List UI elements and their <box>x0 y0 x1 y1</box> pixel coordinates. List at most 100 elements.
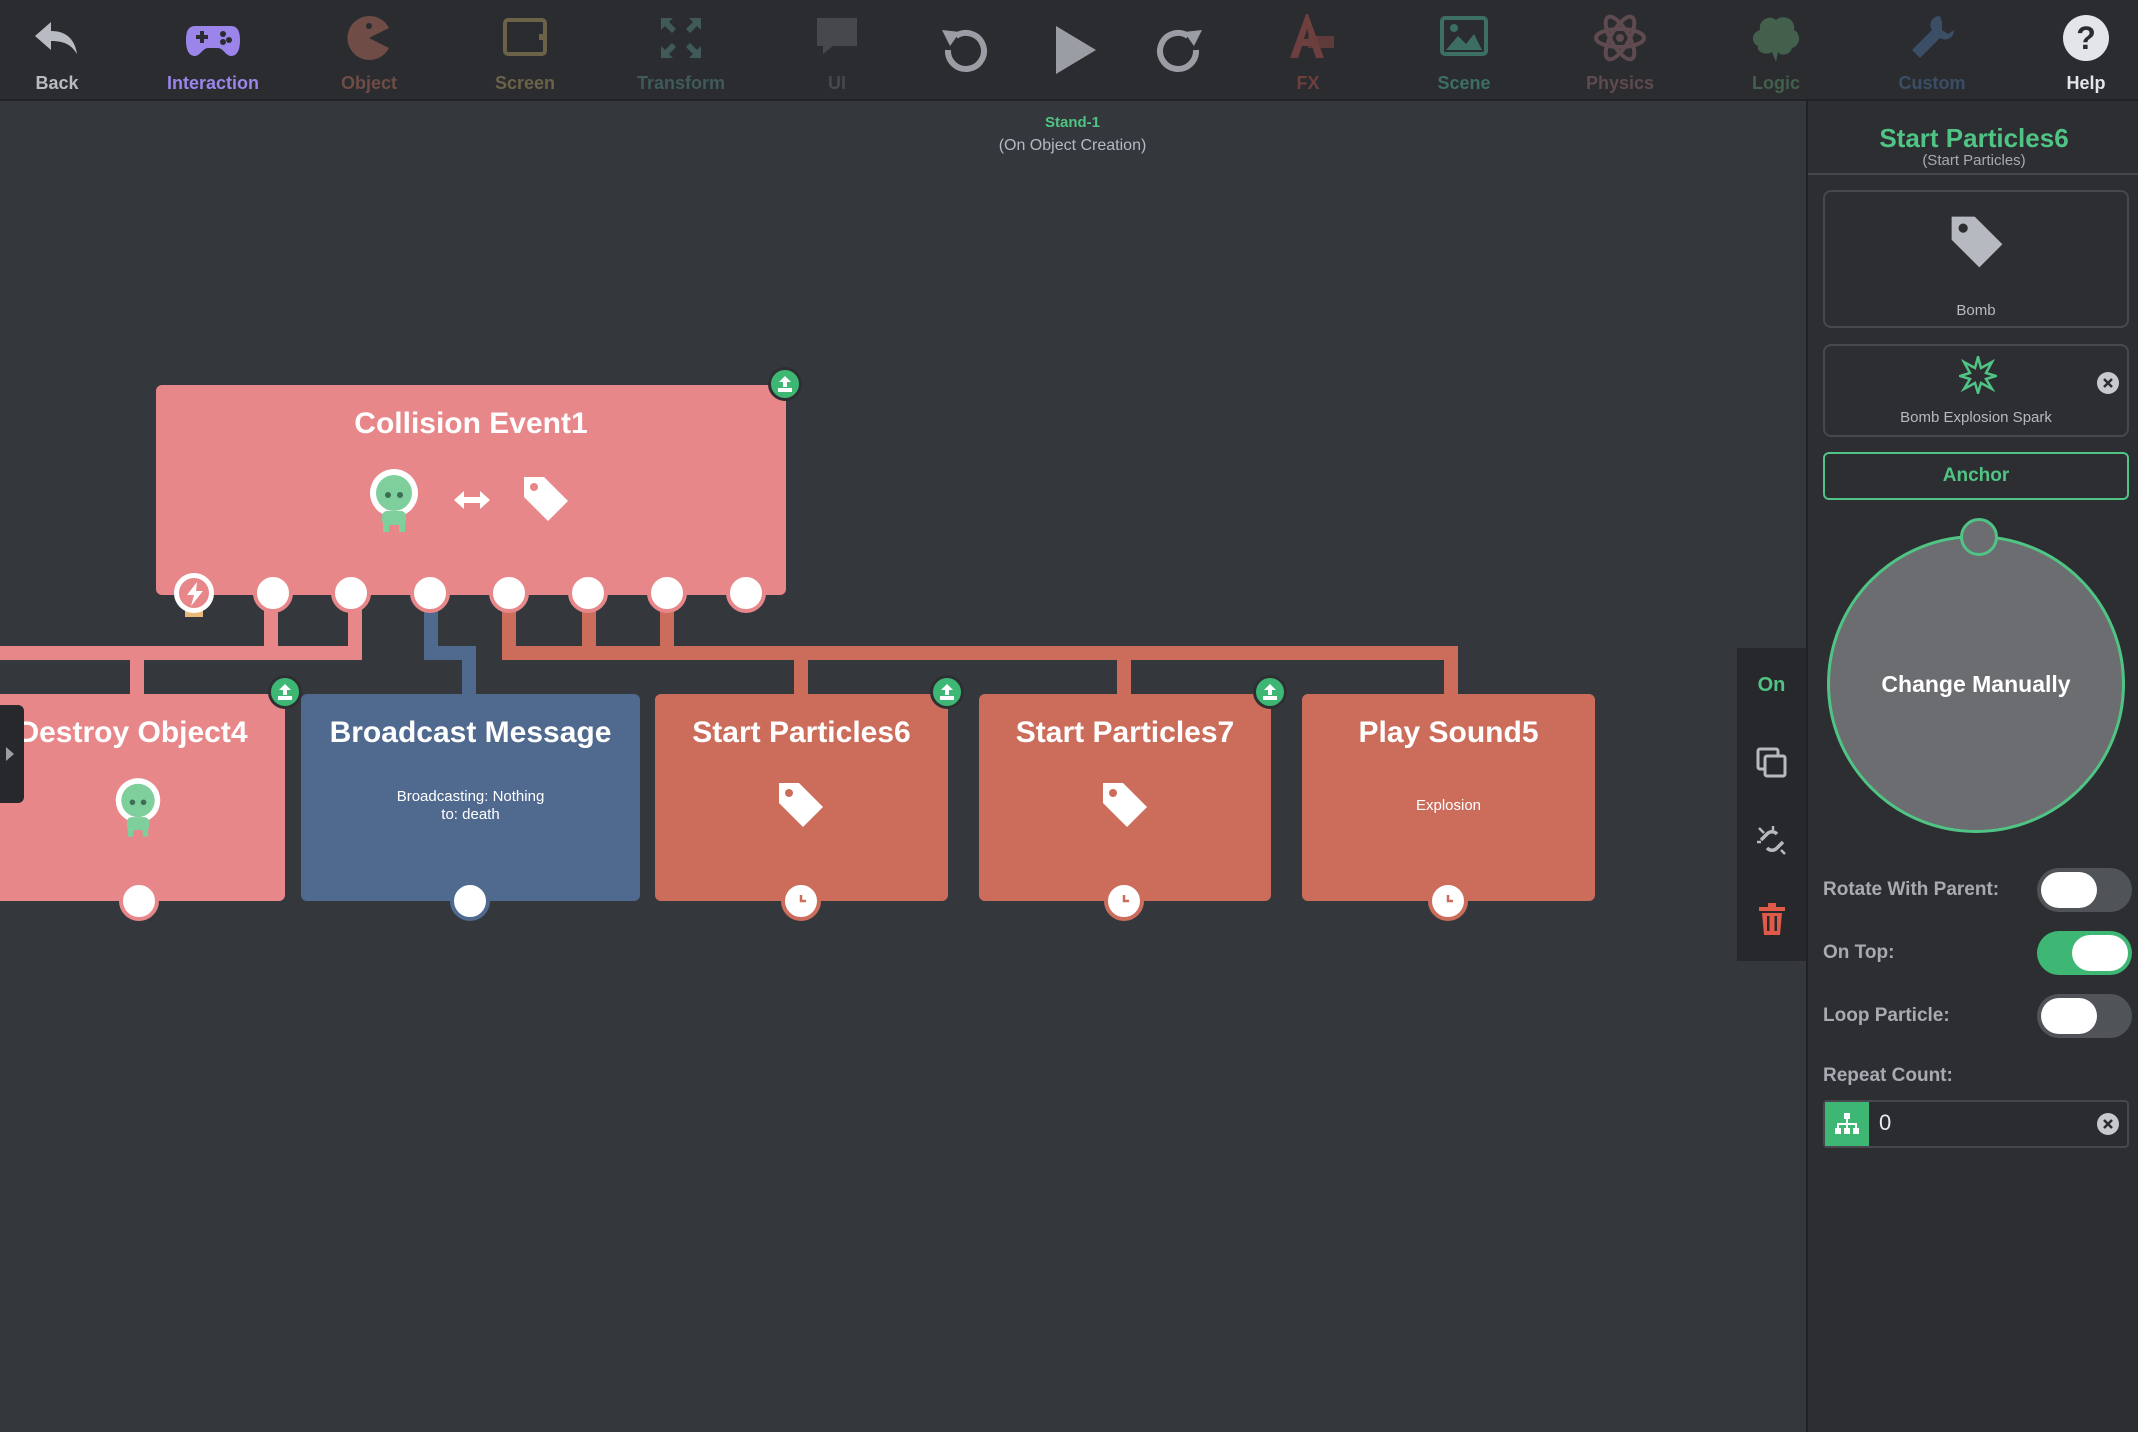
lightning-port[interactable] <box>174 573 214 613</box>
output-port[interactable] <box>119 881 159 921</box>
toolbar-screen-button[interactable]: Screen <box>455 0 595 100</box>
toolbar-label: Back <box>35 73 79 93</box>
timer-port[interactable] <box>781 881 821 921</box>
timer-port[interactable] <box>1428 881 1468 921</box>
timer-port[interactable] <box>1104 881 1144 921</box>
output-port[interactable] <box>410 573 450 613</box>
panel-divider <box>1808 173 2138 175</box>
wire <box>1117 646 1131 698</box>
toolbar-physics-button[interactable]: Physics <box>1550 0 1690 100</box>
output-port[interactable] <box>331 573 371 613</box>
spark-icon <box>1959 356 1997 394</box>
output-port[interactable] <box>450 881 490 921</box>
back-arrow-icon <box>35 22 77 54</box>
on-toggle-label[interactable]: On <box>1737 674 1806 697</box>
output-port[interactable] <box>647 573 687 613</box>
upload-icon[interactable] <box>930 675 964 709</box>
properties-panel: Start Particles6 (Start Particles) Bomb … <box>1806 101 2138 1432</box>
toolbar-label: Help <box>2066 73 2106 93</box>
wheel-label: Change Manually <box>1881 671 2071 697</box>
hierarchy-icon[interactable] <box>1825 1102 1869 1146</box>
toolbar-label: Custom <box>1898 73 1966 93</box>
panel-subtitle: (Start Particles) <box>1922 152 2026 169</box>
toolbar-label: FX <box>1296 73 1320 93</box>
node-title: Collision Event1 <box>354 407 588 440</box>
collapse-handle[interactable] <box>0 705 24 803</box>
toolbar-back-button[interactable]: Back <box>0 0 127 100</box>
atom-icon <box>1594 14 1646 62</box>
particle-card[interactable]: Bomb Explosion Spark <box>1823 344 2129 437</box>
output-port[interactable] <box>568 573 608 613</box>
tag-icon <box>1951 216 2003 268</box>
node-side-tools: On <box>1737 648 1806 961</box>
particle-name: Bomb Explosion Spark <box>1900 409 2052 426</box>
logic-canvas[interactable]: Stand-1 (On Object Creation) Collision E… <box>0 101 1806 1432</box>
toolbar-logic-button[interactable]: Logic <box>1706 0 1846 100</box>
object-name: Stand-1 <box>1044 114 1100 131</box>
clear-repeat-button[interactable] <box>2097 1113 2119 1135</box>
rotate-with-parent-label: Rotate With Parent: <box>1823 879 2000 900</box>
toolbar-help-button[interactable]: ? Help <box>2016 0 2138 100</box>
gamepad-icon <box>186 26 240 56</box>
object-card[interactable]: Bomb <box>1823 190 2129 328</box>
toolbar-label: Logic <box>1752 73 1800 93</box>
toolbar-interaction-button[interactable]: Interaction <box>143 0 283 100</box>
toolbar-transform-button[interactable]: Transform <box>611 0 751 100</box>
anchor-button[interactable]: Anchor <box>1823 452 2129 500</box>
lightning-icon <box>187 582 203 606</box>
scene-image-icon <box>1440 16 1488 56</box>
toolbar-object-button[interactable]: Object <box>299 0 439 100</box>
broadcast-message-node[interactable]: Broadcast Message Broadcasting: Nothing … <box>301 694 640 901</box>
repeat-count-input[interactable] <box>1879 1110 2079 1136</box>
anchor-wheel[interactable]: Change Manually <box>1827 518 2125 833</box>
toolbar-ui-button[interactable]: UI <box>767 0 907 100</box>
wheel-handle[interactable] <box>1960 518 1998 556</box>
help-icon: ? <box>2063 15 2109 61</box>
output-port[interactable] <box>253 573 293 613</box>
node-title: Start Particles7 <box>1015 716 1235 749</box>
svg-text:?: ? <box>2076 20 2096 56</box>
fx-icon <box>1290 14 1334 58</box>
tag-icon <box>524 477 568 521</box>
clock-icon <box>1446 895 1453 903</box>
output-port[interactable] <box>489 573 529 613</box>
upload-icon[interactable] <box>1253 675 1287 709</box>
trash-icon[interactable] <box>1757 902 1787 936</box>
upload-icon[interactable] <box>268 675 302 709</box>
start-particles7-node[interactable]: Start Particles7 <box>979 694 1271 901</box>
alien-character-icon <box>115 778 161 837</box>
node-title: Start Particles6 <box>692 716 911 749</box>
toolbar-custom-button[interactable]: Custom <box>1862 0 2002 100</box>
rotate-with-parent-toggle[interactable] <box>2037 868 2132 912</box>
panel-title: Start Particles6 <box>1879 123 2069 153</box>
undo-icon[interactable] <box>934 20 994 80</box>
clock-icon <box>799 895 806 903</box>
output-port[interactable] <box>726 573 766 613</box>
destroy-object-node[interactable]: Destroy Object4 <box>0 694 285 901</box>
loop-particle-label: Loop Particle: <box>1823 1005 1950 1026</box>
upload-icon[interactable] <box>768 367 802 401</box>
wire <box>462 646 476 698</box>
redo-icon[interactable] <box>1150 20 1210 80</box>
start-particles6-node[interactable]: Start Particles6 <box>655 694 948 901</box>
speech-bubble-icon <box>817 18 857 54</box>
loop-particle-toggle[interactable] <box>2037 994 2132 1038</box>
wire <box>1444 646 1458 698</box>
repeat-count-label: Repeat Count: <box>1823 1065 1953 1086</box>
play-icon[interactable] <box>1044 20 1104 80</box>
toolbar-label: Object <box>340 73 397 93</box>
copy-icon[interactable] <box>1755 746 1789 780</box>
toolbar-label: UI <box>828 73 846 93</box>
top-toolbar: Back Interaction Object Screen Transform… <box>0 0 2138 101</box>
toolbar-fx-button[interactable]: FX <box>1238 0 1378 100</box>
play-sound-node[interactable]: Play Sound5 Explosion <box>1302 694 1595 901</box>
clear-particle-button[interactable] <box>2097 372 2119 394</box>
toolbar-scene-button[interactable]: Scene <box>1394 0 1534 100</box>
node-title: Play Sound5 <box>1358 716 1539 749</box>
object-name: Bomb <box>1956 302 1996 319</box>
on-top-toggle[interactable] <box>2037 931 2132 975</box>
unlink-icon[interactable] <box>1755 824 1789 858</box>
collision-event-node[interactable]: Collision Event1 <box>156 385 786 595</box>
toolbar-label: Scene <box>1437 73 1491 93</box>
canvas-header: Stand-1 (On Object Creation) <box>870 114 1275 155</box>
